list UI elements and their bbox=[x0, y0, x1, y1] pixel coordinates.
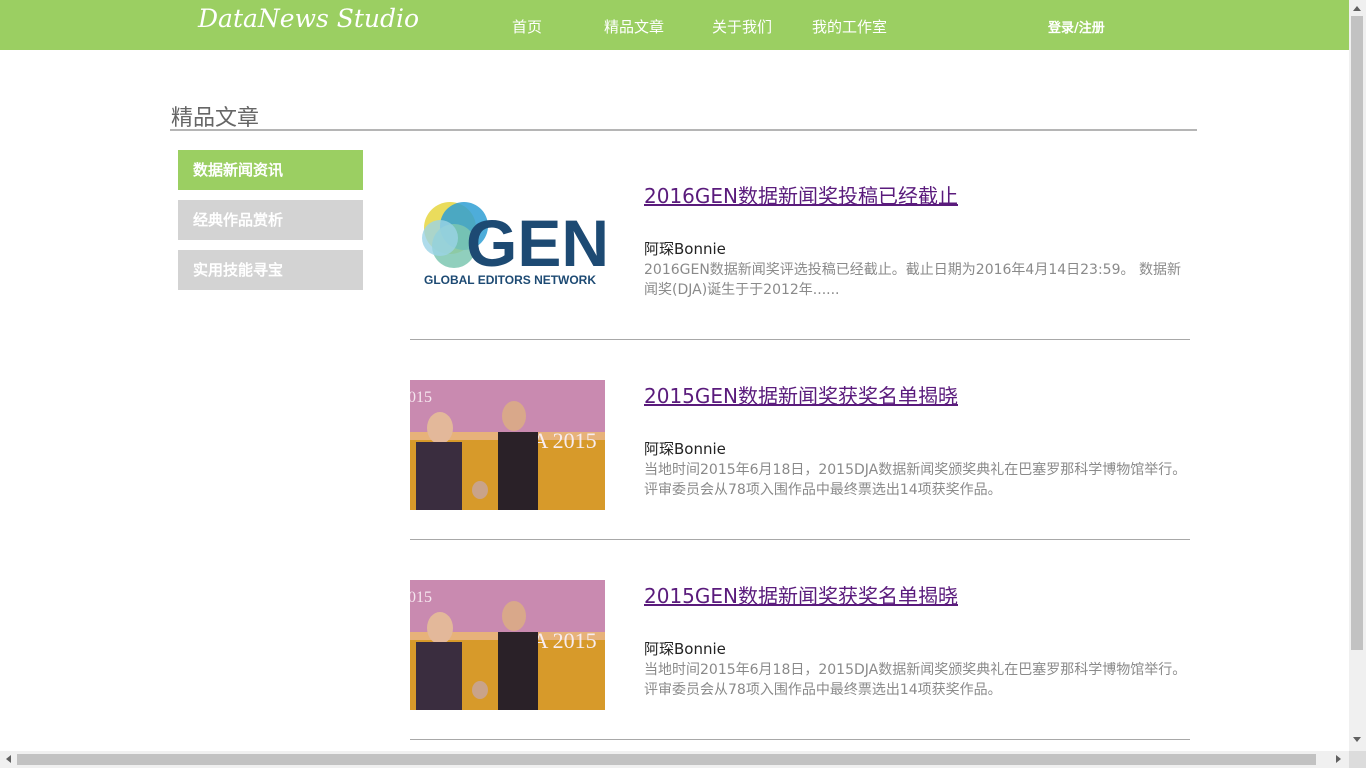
article-author: 阿琛Bonnie bbox=[644, 240, 726, 258]
nav-articles[interactable]: 精品文章 bbox=[604, 16, 664, 37]
scroll-left-arrow-icon[interactable] bbox=[2, 755, 11, 763]
article-author: 阿琛Bonnie bbox=[644, 640, 726, 658]
backdrop-corner-text: 015 bbox=[410, 589, 432, 606]
gen-logo-image: GEN GLOBAL EDITORS NETWORK bbox=[410, 180, 605, 310]
article-title-link[interactable]: 2015GEN数据新闻奖获奖名单揭晓 bbox=[644, 380, 958, 409]
top-navbar: DataNews Studio 首页 精品文章 关于我们 我的工作室 登录/注册 bbox=[0, 0, 1349, 50]
vertical-scroll-thumb[interactable] bbox=[1351, 16, 1363, 650]
scroll-right-arrow-icon[interactable] bbox=[1336, 755, 1345, 763]
title-divider bbox=[170, 129, 1197, 131]
article-summary: 当地时间2015年6月18日，2015DJA数据新闻奖颁奖典礼在巴塞罗那科学博物… bbox=[644, 462, 1187, 498]
article-divider bbox=[410, 539, 1190, 540]
article-thumbnail[interactable]: 015 DJA 2015 bbox=[410, 580, 605, 710]
nav-about[interactable]: 关于我们 bbox=[712, 16, 772, 37]
login-register-link[interactable]: 登录/注册 bbox=[1048, 17, 1105, 36]
gen-logo-text: GEN bbox=[466, 206, 605, 280]
article-title-link[interactable]: 2016GEN数据新闻奖投稿已经截止 bbox=[644, 180, 958, 209]
site-logo[interactable]: DataNews Studio bbox=[198, 4, 419, 33]
article-divider bbox=[410, 339, 1190, 340]
article-divider bbox=[410, 739, 1190, 740]
ceremony-photo-image: 015 DJA 2015 bbox=[410, 580, 605, 710]
sidebar-item-classic-works[interactable]: 经典作品赏析 bbox=[178, 200, 363, 240]
article-title-link[interactable]: 2015GEN数据新闻奖获奖名单揭晓 bbox=[644, 580, 958, 609]
gen-logo-caption: GLOBAL EDITORS NETWORK bbox=[424, 273, 596, 287]
sidebar-item-data-news[interactable]: 数据新闻资讯 bbox=[178, 150, 363, 190]
scroll-up-arrow-icon[interactable] bbox=[1353, 2, 1361, 11]
sidebar-item-practical-skills[interactable]: 实用技能寻宝 bbox=[178, 250, 363, 290]
horizontal-scrollbar[interactable] bbox=[0, 751, 1349, 768]
backdrop-corner-text: 015 bbox=[410, 389, 432, 406]
nav-my-studio[interactable]: 我的工作室 bbox=[812, 16, 887, 37]
scroll-down-arrow-icon[interactable] bbox=[1353, 737, 1361, 746]
article-summary: 当地时间2015年6月18日，2015DJA数据新闻奖颁奖典礼在巴塞罗那科学博物… bbox=[644, 662, 1187, 698]
vertical-scrollbar[interactable] bbox=[1349, 0, 1366, 751]
horizontal-scroll-thumb[interactable] bbox=[17, 754, 1316, 765]
article-author: 阿琛Bonnie bbox=[644, 440, 726, 458]
article-item: 015 DJA 2015 2015GEN数据新闻奖获奖名单揭晓 阿琛Bonnie… bbox=[410, 360, 1190, 540]
article-summary: 2016GEN数据新闻奖评选投稿已经截止。截止日期为2016年4月14日23:5… bbox=[644, 262, 1181, 298]
article-thumbnail[interactable]: 015 DJA 2015 bbox=[410, 380, 605, 510]
article-item: GEN GLOBAL EDITORS NETWORK 2016GEN数据新闻奖投… bbox=[410, 160, 1190, 340]
scrollbar-corner bbox=[1349, 751, 1366, 768]
article-item: 015 DJA 2015 2015GEN数据新闻奖获奖名单揭晓 阿琛Bonnie… bbox=[410, 560, 1190, 740]
page-title: 精品文章 bbox=[171, 106, 260, 131]
nav-home[interactable]: 首页 bbox=[512, 16, 542, 37]
article-thumbnail[interactable]: GEN GLOBAL EDITORS NETWORK bbox=[410, 180, 605, 310]
ceremony-photo-image: 015 DJA 2015 bbox=[410, 380, 605, 510]
